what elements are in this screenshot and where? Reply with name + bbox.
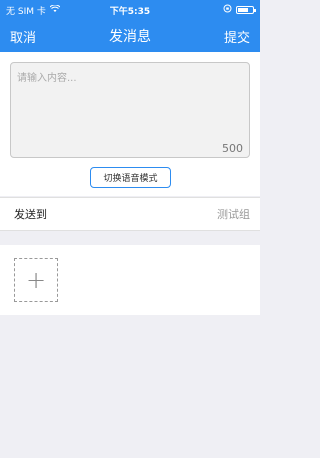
recipient-row[interactable]: 发送到 测试组 [0, 197, 260, 231]
recipient-label: 发送到 [14, 208, 47, 221]
submit-button[interactable]: 提交 [224, 27, 250, 46]
orientation-lock-icon [223, 4, 232, 16]
plus-icon: + [25, 266, 47, 294]
battery-icon [236, 6, 256, 14]
cancel-button[interactable]: 取消 [10, 27, 36, 46]
attachment-area: + [0, 245, 260, 315]
compose-section: 请输入内容... 500 切换语音模式 [0, 52, 260, 196]
wifi-icon [49, 3, 61, 16]
char-counter: 500 [222, 142, 243, 155]
page-title: 发消息 [109, 29, 151, 45]
recipient-value: 测试组 [217, 208, 250, 221]
carrier-text: 无 SIM 卡 [6, 6, 46, 17]
voice-mode-toggle-button[interactable]: 切换语音模式 [90, 167, 171, 188]
message-input[interactable]: 请输入内容... 500 [10, 62, 250, 158]
nav-bar: 取消 发消息 提交 [0, 20, 260, 52]
status-bar: 无 SIM 卡 下午5:35 [0, 0, 260, 20]
status-left: 无 SIM 卡 [6, 3, 61, 17]
message-placeholder: 请输入内容... [17, 73, 77, 84]
status-right [223, 4, 256, 16]
add-attachment-button[interactable]: + [14, 258, 58, 302]
